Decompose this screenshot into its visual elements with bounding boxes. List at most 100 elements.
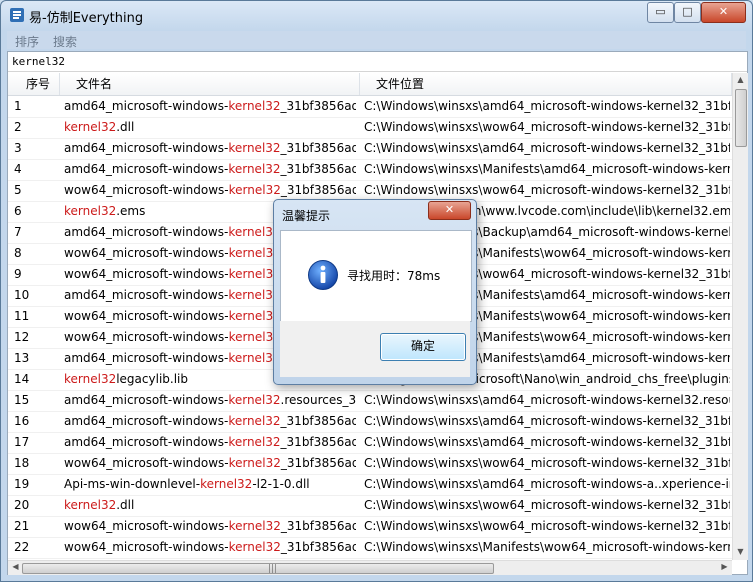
maximize-button[interactable]: □ [674, 2, 701, 23]
column-header-index[interactable]: 序号 [8, 73, 60, 95]
horizontal-scrollbar[interactable]: ◀ ||| ▶ [8, 560, 732, 575]
ok-button[interactable]: 确定 [380, 333, 466, 361]
row-index: 6 [14, 204, 22, 218]
dialog-close-button[interactable]: ✕ [428, 201, 471, 220]
filename-match-highlight: kernel32 [228, 435, 281, 449]
filename-prefix: wow64_microsoft-windows- [64, 246, 229, 260]
table-row[interactable]: 19 Api-ms-win-downlevel-kernel32-l2-1-0.d… [8, 474, 732, 496]
filename-match-highlight: kernel32 [228, 540, 281, 554]
filename-match-highlight: kernel32 [200, 477, 253, 491]
filename-prefix: amd64_microsoft-windows- [64, 99, 229, 113]
table-row[interactable]: 20 kernel32.dll C:\Windows\winsxs\wow64_mi… [8, 495, 732, 517]
filename-prefix: amd64_microsoft-windows- [64, 162, 229, 176]
row-index: 5 [14, 183, 22, 197]
row-filename: wow64_microsoft-windows-kernel32_31bf385… [64, 453, 356, 474]
table-row[interactable]: 22 wow64_microsoft-windows-kernel32_31bf3… [8, 537, 732, 559]
list-header: 序号 文件名 文件位置 [8, 73, 732, 96]
filename-prefix: Api-ms-win-downlevel- [64, 477, 201, 491]
row-index: 18 [14, 456, 30, 470]
filename-prefix: amd64_microsoft-windows- [64, 414, 229, 428]
table-row[interactable]: 18 wow64_microsoft-windows-kernel32_31bf3… [8, 453, 732, 475]
filename-suffix: _31bf3856ad... [280, 456, 356, 470]
filename-suffix: _31bf3856ad... [280, 540, 356, 554]
filename-suffix: legacylib.lib [116, 372, 188, 386]
row-filename: wow64_microsoft-windows-kernel32_31bf385… [64, 537, 356, 558]
table-row[interactable]: 17 amd64_microsoft-windows-kernel32_31bf3… [8, 432, 732, 454]
row-location: C:\Windows\winsxs\wow64_microsoft-window… [364, 456, 730, 470]
scroll-down-icon[interactable]: ▼ [733, 547, 748, 556]
filename-prefix: wow64_microsoft-windows- [64, 519, 229, 533]
row-location: C:\Windows\winsxs\wow64_microsoft-window… [364, 183, 730, 197]
row-index: 22 [14, 540, 30, 554]
row-index: 4 [14, 162, 22, 176]
column-header-location[interactable]: 文件位置 [360, 73, 732, 95]
filename-prefix: wow64_microsoft-windows- [64, 456, 229, 470]
table-row[interactable]: 16 amd64_microsoft-windows-kernel32_31bf3… [8, 411, 732, 433]
filename-match-highlight: kernel32 [228, 183, 281, 197]
filename-prefix: amd64_microsoft-windows- [64, 351, 229, 365]
horizontal-scroll-thumb[interactable]: ||| [22, 563, 494, 574]
vertical-scroll-thumb[interactable] [735, 89, 747, 147]
filename-prefix: wow64_microsoft-windows- [64, 183, 229, 197]
row-index: 20 [14, 498, 30, 512]
grip-icon: ||| [268, 564, 278, 574]
row-index: 3 [14, 141, 22, 155]
filename-suffix: _31bf3856ad... [280, 183, 356, 197]
row-index: 19 [14, 477, 30, 491]
row-filename: amd64_microsoft-windows-kernel32_31bf385… [64, 138, 356, 159]
filename-suffix: -l2-1-0.dll [252, 477, 310, 491]
filename-suffix: _31bf3856ad... [280, 519, 356, 533]
row-location: C:\Windows\winsxs\amd64_microsoft-window… [364, 414, 730, 428]
filename-prefix: amd64_microsoft-windows- [64, 141, 229, 155]
dialog-body: 寻找用时：78ms [280, 230, 472, 322]
row-index: 14 [14, 372, 30, 386]
filename-prefix: amd64_microsoft-windows- [64, 288, 229, 302]
table-row[interactable]: 21 wow64_microsoft-windows-kernel32_31bf3… [8, 516, 732, 538]
filename-suffix: .resources_3... [280, 393, 356, 407]
window-title: 易-仿制Everything [29, 11, 144, 26]
row-index: 10 [14, 288, 30, 302]
table-row[interactable]: 4 amd64_microsoft-windows-kernel32_31bf38… [8, 159, 732, 181]
row-index: 2 [14, 120, 22, 134]
column-header-filename[interactable]: 文件名 [60, 73, 360, 95]
vertical-scrollbar[interactable]: ▲ ▼ [732, 73, 748, 560]
row-index: 15 [14, 393, 30, 407]
table-row[interactable]: 15 amd64_microsoft-windows-kernel32.resou… [8, 390, 732, 412]
search-input[interactable] [8, 52, 747, 72]
table-row[interactable]: 2 kernel32.dll C:\Windows\winsxs\wow64_mic… [8, 117, 732, 139]
menu-search[interactable]: 搜索 [53, 33, 77, 50]
scroll-right-icon[interactable]: ▶ [717, 562, 732, 571]
filename-suffix: _31bf3856ad... [280, 99, 356, 113]
filename-suffix: .dll [116, 498, 135, 512]
app-icon [10, 8, 24, 22]
row-filename: kernel32.dll [64, 117, 356, 138]
row-index: 9 [14, 267, 22, 281]
row-location: C:\Windows\winsxs\amd64_microsoft-window… [364, 393, 730, 407]
row-index: 16 [14, 414, 30, 428]
close-button[interactable]: ✕ [701, 2, 746, 23]
filename-suffix: .dll [116, 120, 135, 134]
row-index: 8 [14, 246, 22, 260]
filename-match-highlight: kernel32 [64, 120, 117, 134]
filename-prefix: wow64_microsoft-windows- [64, 267, 229, 281]
menu-sort[interactable]: 排序 [15, 33, 39, 50]
row-filename: kernel32.dll [64, 495, 356, 516]
table-row[interactable]: 3 amd64_microsoft-windows-kernel32_31bf38… [8, 138, 732, 160]
filename-match-highlight: kernel32 [228, 393, 281, 407]
row-filename: Api-ms-win-downlevel-kernel32-l2-1-0.dll [64, 474, 356, 495]
table-row[interactable]: 1 amd64_microsoft-windows-kernel32_31bf38… [8, 96, 732, 118]
scroll-up-icon[interactable]: ▲ [733, 75, 748, 84]
scroll-left-icon[interactable]: ◀ [8, 562, 23, 571]
title-bar[interactable]: 易-仿制Everything ▭ □ ✕ [1, 1, 752, 29]
filename-prefix: amd64_microsoft-windows- [64, 393, 229, 407]
filename-match-highlight: kernel32 [228, 456, 281, 470]
filename-suffix: .ems [116, 204, 146, 218]
minimize-button[interactable]: ▭ [647, 2, 674, 23]
filename-match-highlight: kernel32 [228, 141, 281, 155]
filename-prefix: wow64_microsoft-windows- [64, 330, 229, 344]
dialog-message: 寻找用时：78ms [347, 269, 441, 283]
filename-match-highlight: kernel32 [64, 204, 117, 218]
row-location: C:\Windows\winsxs\amd64_microsoft-window… [364, 141, 730, 155]
row-filename: amd64_microsoft-windows-kernel32.resourc… [64, 390, 356, 411]
row-index: 12 [14, 330, 30, 344]
